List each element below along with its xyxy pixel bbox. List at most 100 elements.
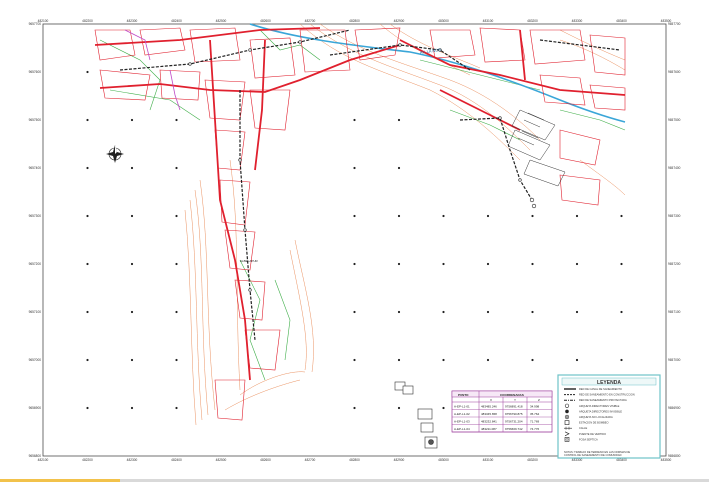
table-cell: 9756731.204: [505, 419, 523, 423]
grid-cross: [353, 358, 356, 362]
grid-cross: [620, 262, 623, 266]
y-tick-label: 9657000: [668, 358, 681, 362]
table-cell: 9756891.418: [505, 404, 523, 408]
x-tick-label: 482900: [394, 19, 405, 23]
legend-notes: NOTAS: TRABAJO DE TERRENO EN LAS NORMAS …: [564, 450, 630, 457]
x-tick-label: 483000: [438, 458, 449, 462]
legend-item-label: ARQUETA DIRECTORES INVISIBLE: [579, 409, 622, 413]
grid-cross: [353, 406, 356, 410]
grid-cross: [531, 262, 534, 266]
grid-cross: [397, 310, 401, 314]
legend-title: LEYENDA: [597, 380, 621, 386]
y-tick-label: 9657400: [668, 166, 681, 170]
grid-cross: [175, 262, 178, 266]
table-sub-z: Z: [538, 398, 540, 402]
grid-cross: [353, 118, 356, 122]
grid-cross: [86, 118, 89, 122]
grid-cross: [130, 214, 134, 218]
grid-cross: [130, 406, 134, 410]
x-tick-label: 482400: [171, 19, 182, 23]
x-tick-label: 482400: [171, 458, 182, 462]
x-tick-label: 482200: [82, 458, 93, 462]
table-cell: A-EP-L1-04: [454, 427, 470, 431]
map-canvas[interactable]: 482100 482200 482300 482400 482500 482600 4827…: [0, 0, 709, 482]
legend-item-label: CALLE: [579, 426, 587, 430]
grid-cross: [575, 262, 579, 266]
y-tick-label: 9657200: [29, 262, 42, 266]
x-tick-label: 482600: [260, 19, 271, 23]
x-tick-label: 482300: [127, 458, 138, 462]
table-cell: 9756790.875: [505, 412, 523, 416]
legend-symbol-circle-cross-icon: [564, 414, 570, 420]
x-tick-label: 483300: [572, 458, 583, 462]
table-cell: 9756669.742: [505, 427, 523, 431]
legend-item-label: RED DE SANEAMIENTO PROYECTADA: [579, 398, 627, 402]
grid-cross: [397, 118, 401, 122]
grid-cross: [620, 214, 623, 218]
y-tick-label: 9657200: [668, 262, 681, 266]
y-tick-label: 9656900: [668, 406, 681, 410]
y-tick-label: 9657100: [29, 310, 42, 314]
x-tick-label: 483300: [572, 19, 583, 23]
grid-cross: [353, 310, 356, 314]
x-tick-label: 483200: [527, 458, 538, 462]
legend-item-label: ARQUETA DIRECTORES VISIBLE: [579, 404, 620, 408]
table-cell: A-EP-L1-01: [454, 404, 470, 408]
legend-symbol-square-circle-icon: [564, 437, 570, 442]
grid-cross: [575, 214, 579, 218]
table-cell: 34.998: [530, 404, 540, 408]
x-tick-label: 482800: [349, 19, 360, 23]
x-tick-label: 482900: [394, 458, 405, 462]
grid-cross: [175, 214, 178, 218]
grid-cross: [175, 310, 178, 314]
y-tick-label: 9657000: [29, 358, 42, 362]
table-cell: 483485.246: [481, 404, 497, 408]
grid-cross: [531, 310, 534, 314]
grid-cross: [442, 310, 445, 314]
grid-cross: [86, 70, 89, 74]
y-tick-labels-right: 9657700 9657600 9657500 9657400 9657300 96572…: [668, 22, 681, 458]
grid-cross: [442, 358, 445, 362]
grid-cross: [130, 118, 134, 122]
grid-cross: [397, 214, 401, 218]
y-tick-label: 9657600: [29, 70, 42, 74]
grid-cross: [486, 262, 490, 266]
legend-symbol-circle-open-icon: [564, 403, 570, 408]
grid-cross: [397, 262, 401, 266]
grid-cross: [353, 166, 356, 170]
table-sub-y: Y: [514, 398, 516, 402]
x-tick-label: 482300: [127, 19, 138, 23]
grid-cross: [442, 406, 445, 410]
grid-cross: [531, 214, 534, 218]
x-tick-label: 482200: [82, 19, 93, 23]
grid-cross: [486, 214, 490, 218]
table-cell: 71.769: [530, 419, 540, 423]
grid-cross: [130, 310, 134, 314]
y-tick-label: 9657100: [668, 310, 681, 314]
x-tick-label: 482500: [216, 458, 227, 462]
grid-cross: [86, 310, 89, 314]
legend-item-label: PUENTE DE VERTIDO: [579, 432, 606, 436]
table-cell: 74.776: [530, 427, 540, 431]
legend-panel: LEYENDA RED DE CANAL DE SANEAMIENTO RED D…: [557, 374, 661, 459]
grid-cross: [175, 358, 178, 362]
x-tick-label: 483400: [616, 458, 627, 462]
legend-item-label: RED DE CANAL DE SANEAMIENTO: [579, 387, 622, 391]
legend-item-label: ARQUETA NO LOCALIZADA: [579, 415, 613, 419]
place-label: ALBELAPUR: [240, 259, 259, 263]
grid-cross: [86, 358, 89, 362]
x-tick-label: 483000: [438, 19, 449, 23]
x-tick-label: 482700: [305, 19, 316, 23]
grid-cross: [175, 118, 178, 122]
grid-cross: [130, 166, 134, 170]
x-tick-labels-top: 482100 482200 482300 482400 482500 482600 4827…: [38, 19, 672, 23]
legend-item-label: FOSA SEPTICA: [579, 437, 598, 441]
y-tick-label: 9657500: [668, 118, 681, 122]
grid-cross: [353, 262, 356, 266]
grid-cross: [531, 358, 534, 362]
x-tick-label: 483100: [483, 458, 494, 462]
y-tick-labels-left: 9657700 9657600 9657500 9657400 9657300 96572…: [29, 22, 42, 458]
table-cell: A-EP-L1-02: [454, 412, 470, 416]
grid-cross: [86, 166, 89, 170]
table-cell: A-EP-L1-03: [454, 419, 470, 423]
